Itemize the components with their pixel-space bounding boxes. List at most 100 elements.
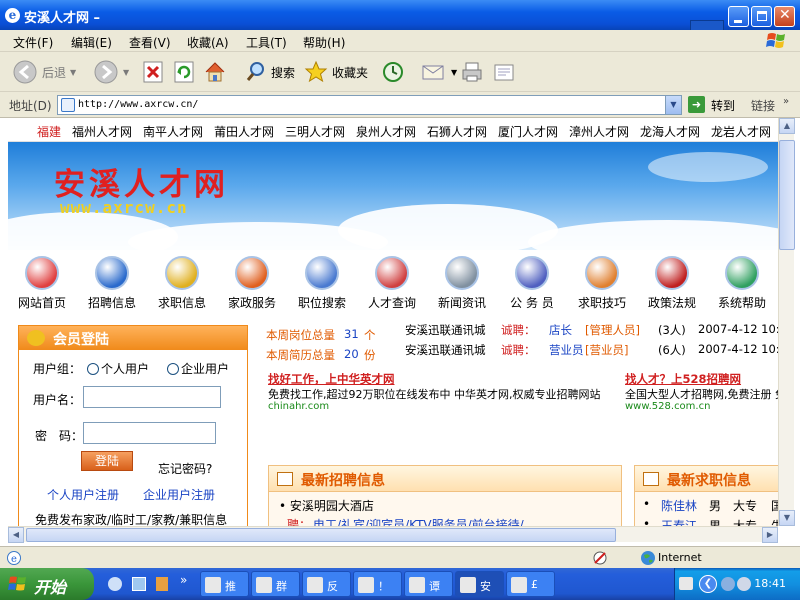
- links-chevron-icon[interactable]: »: [783, 96, 789, 107]
- quicklaunch-more-icon[interactable]: »: [180, 573, 187, 587]
- privacy-icon[interactable]: [592, 550, 610, 566]
- vertical-scroll-thumb[interactable]: [779, 140, 795, 250]
- mail-button[interactable]: ▼: [421, 60, 457, 84]
- city-link[interactable]: 三明人才网: [285, 123, 345, 140]
- nav-help[interactable]: 系统帮助: [712, 256, 772, 311]
- back-button[interactable]: 后退 ▼: [12, 60, 76, 84]
- seeker-name[interactable]: 陈佳林: [661, 497, 697, 514]
- history-button[interactable]: [381, 60, 405, 84]
- keyboard-icon[interactable]: [679, 577, 693, 590]
- menu-favorites[interactable]: 收藏(A): [187, 34, 229, 51]
- refresh-button[interactable]: [173, 60, 195, 84]
- ad-528-headline[interactable]: 找人才？上528招聘网: [625, 371, 741, 387]
- ad-chinahr-url[interactable]: chinahr.com: [268, 401, 329, 412]
- maximize-button[interactable]: [751, 6, 772, 27]
- taskbar-button[interactable]: 反: [302, 571, 351, 597]
- vertical-scrollbar[interactable]: ▲ ▼: [778, 118, 795, 526]
- register-company-link[interactable]: 企业用户注册: [143, 486, 215, 503]
- city-link[interactable]: 漳州人才网: [569, 123, 629, 140]
- hiring-position[interactable]: 店长: [549, 322, 572, 338]
- radio-personal[interactable]: 个人用户: [87, 360, 149, 377]
- minimize-button[interactable]: [728, 6, 749, 27]
- password-input[interactable]: [83, 422, 216, 444]
- go-button[interactable]: 转到: [711, 97, 735, 114]
- links-label[interactable]: 链接: [751, 97, 775, 114]
- city-link-fujian[interactable]: 福建: [37, 123, 61, 140]
- hiring-date: 2007-4-12 10:: [698, 342, 778, 356]
- login-button[interactable]: 登陆: [81, 451, 133, 471]
- stop-button[interactable]: [142, 60, 164, 84]
- city-link[interactable]: 泉州人才网: [356, 123, 416, 140]
- free-post-link[interactable]: 免费发布家政/临时工/家教/兼职信息: [35, 511, 227, 526]
- search-button[interactable]: 搜索: [245, 60, 295, 84]
- scroll-left-icon[interactable]: ◀: [8, 527, 24, 543]
- taskbar-button[interactable]: £: [506, 571, 555, 597]
- nav-newspaper[interactable]: 新闻资讯: [432, 256, 492, 311]
- latest-jobs-panel: 最新招聘信息 • 安溪明园大酒店 聘： 电工/礼宾/迎宾员/KTV服务员/前台接…: [268, 465, 622, 526]
- hiring-company[interactable]: 安溪迅联通讯城: [405, 322, 486, 338]
- menu-file[interactable]: 文件(F): [13, 34, 53, 51]
- hiring-count: (3人): [658, 323, 686, 337]
- taskbar-button[interactable]: 安: [455, 571, 504, 597]
- clock: 18:41: [754, 577, 786, 590]
- radio-company[interactable]: 企业用户: [167, 360, 229, 377]
- city-link[interactable]: 莆田人才网: [214, 123, 274, 140]
- seeker-name[interactable]: 王春江: [661, 517, 697, 526]
- city-link[interactable]: 龙海人才网: [640, 123, 700, 140]
- print-button[interactable]: [460, 60, 484, 84]
- scroll-down-icon[interactable]: ▼: [779, 510, 795, 526]
- nav-house[interactable]: 网站首页: [12, 256, 72, 311]
- latest-job-positions[interactable]: 电工/礼宾/迎宾员/KTV服务员/前台接待/: [313, 516, 524, 526]
- quicklaunch-ie-icon[interactable]: [108, 577, 122, 591]
- forgot-password-link[interactable]: 忘记密码?: [158, 460, 212, 477]
- favorites-button[interactable]: 收藏夹: [304, 60, 368, 84]
- forward-button[interactable]: ▼: [93, 60, 129, 84]
- home-button[interactable]: [203, 60, 227, 84]
- taskbar-button[interactable]: ！: [353, 571, 402, 597]
- go-arrow-icon[interactable]: ➜: [688, 96, 705, 113]
- close-button[interactable]: ✕: [774, 6, 795, 27]
- nav-officer[interactable]: 公 务 员: [502, 256, 562, 311]
- quicklaunch-app-icon[interactable]: [156, 577, 168, 591]
- taskbar-button[interactable]: 谭: [404, 571, 453, 597]
- quicklaunch-desktop-icon[interactable]: [132, 577, 146, 591]
- hiring-company[interactable]: 安溪迅联通讯城: [405, 342, 486, 358]
- ad-chinahr-headline[interactable]: 找好工作，上中华英才网: [268, 371, 395, 387]
- nav-people[interactable]: 人才查询: [362, 256, 422, 311]
- nav-magnifier[interactable]: 职位搜索: [292, 256, 352, 311]
- edit-button[interactable]: [492, 60, 516, 84]
- address-input[interactable]: http://www.axrcw.cn/ ▼: [57, 95, 682, 115]
- nav-penguin[interactable]: 招聘信息: [82, 256, 142, 311]
- start-button[interactable]: 开始: [0, 568, 94, 600]
- address-dropdown-icon[interactable]: ▼: [665, 96, 681, 114]
- scroll-up-icon[interactable]: ▲: [779, 118, 795, 134]
- city-link[interactable]: 厦门人才网: [498, 123, 558, 140]
- username-input[interactable]: [83, 386, 221, 408]
- nav-runner[interactable]: 求职信息: [152, 256, 212, 311]
- menu-help[interactable]: 帮助(H): [303, 34, 345, 51]
- nav-book[interactable]: 求职技巧: [572, 256, 632, 311]
- city-link[interactable]: 南平人才网: [143, 123, 203, 140]
- nav-law-book[interactable]: 政策法规: [642, 256, 702, 311]
- horizontal-scrollbar[interactable]: ◀ ▶: [8, 526, 778, 543]
- city-link[interactable]: 龙岩人才网: [711, 123, 771, 140]
- city-link[interactable]: 福州人才网: [72, 123, 132, 140]
- scroll-right-icon[interactable]: ▶: [762, 527, 778, 543]
- taskbar-button[interactable]: 群: [251, 571, 300, 597]
- latest-job-company[interactable]: • 安溪明园大酒店: [279, 497, 374, 514]
- taskbar-button[interactable]: 推: [200, 571, 249, 597]
- menu-tools[interactable]: 工具(T): [246, 34, 287, 51]
- tray-collapse-icon[interactable]: ❮: [699, 575, 717, 593]
- menu-edit[interactable]: 编辑(E): [71, 34, 112, 51]
- speaker-icon[interactable]: [721, 577, 735, 591]
- ad-528-url[interactable]: www.528.com.cn: [625, 401, 710, 412]
- horizontal-scroll-thumb[interactable]: [26, 528, 616, 542]
- newspaper-icon: [445, 256, 479, 290]
- city-link[interactable]: 石狮人才网: [427, 123, 487, 140]
- status-bar: e Internet: [0, 546, 800, 568]
- register-personal-link[interactable]: 个人用户注册: [47, 486, 119, 503]
- menu-view[interactable]: 查看(V): [129, 34, 171, 51]
- hiring-position[interactable]: 营业员: [549, 342, 584, 358]
- nav-basket[interactable]: 家政服务: [222, 256, 282, 311]
- network-icon[interactable]: [737, 577, 751, 591]
